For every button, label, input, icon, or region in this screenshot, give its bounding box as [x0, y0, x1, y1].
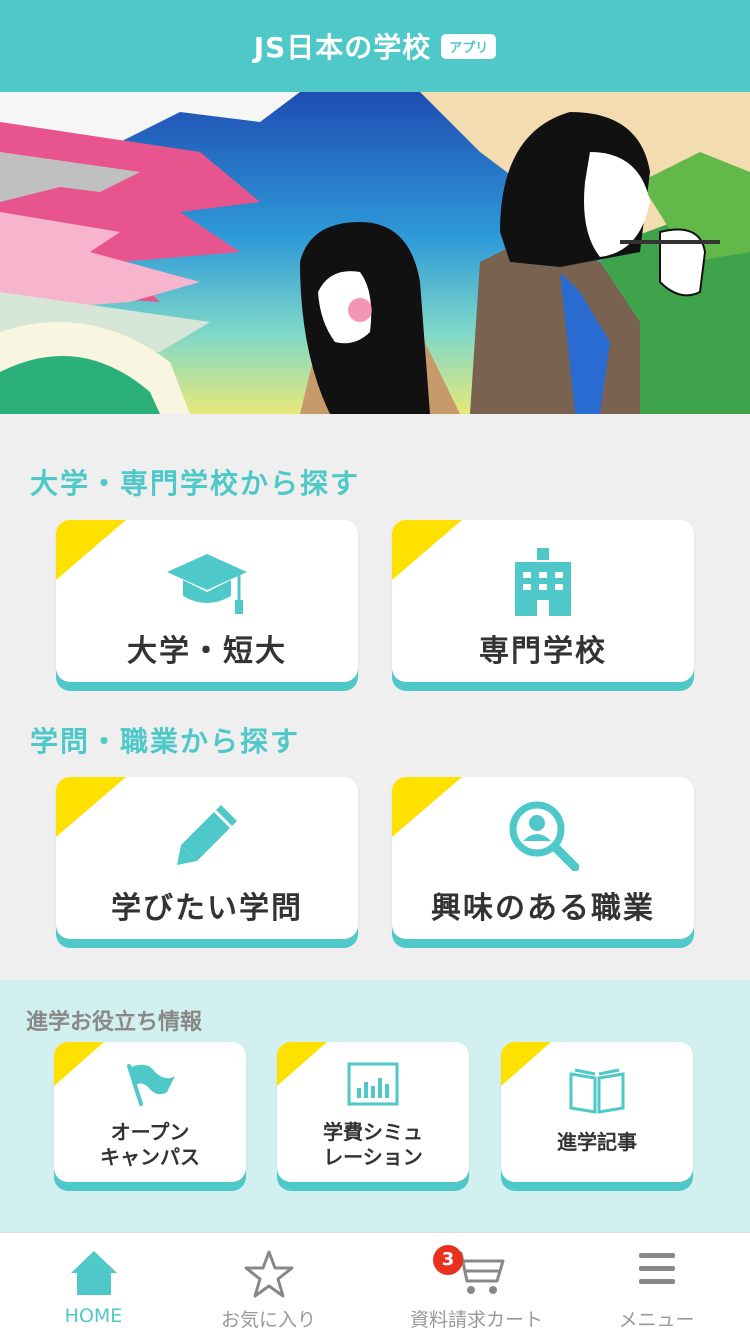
university-card[interactable]: 大学・短大: [56, 520, 358, 682]
section-title-field-search: 学問・職業から探す: [30, 725, 301, 758]
tab-menu-label: メニュー: [618, 1309, 695, 1331]
career-card[interactable]: 興味のある職業: [392, 777, 694, 939]
cost-simulation-card[interactable]: 学費シミュ レーション: [277, 1042, 469, 1182]
tab-cart-label: 資料請求カート: [409, 1309, 543, 1331]
career-label: 興味のある職業: [431, 891, 655, 926]
tab-favorites-label: お気に入り: [220, 1309, 316, 1331]
tab-home[interactable]: HOME: [0, 1233, 187, 1334]
tab-menu[interactable]: メニュー: [563, 1233, 750, 1334]
section-title-school-search: 大学・専門学校から探す: [30, 467, 361, 500]
corner-accent: [392, 777, 462, 837]
person-search-icon: [507, 799, 580, 875]
open-campus-card[interactable]: オープン キャンパス: [54, 1042, 246, 1182]
section-title-info: 進学お役立ち情報: [26, 1010, 203, 1035]
corner-accent: [56, 520, 126, 580]
university-label: 大学・短大: [127, 634, 287, 669]
cart-count-badge: 3: [433, 1245, 463, 1275]
cost-simulation-label-line1: 学費シミュ: [323, 1120, 423, 1144]
bottom-tab-bar: HOME お気に入り 資料請求カート メニュー: [0, 1232, 750, 1334]
flag-icon: [123, 1062, 177, 1110]
app-title: JS日本の学校: [253, 31, 432, 64]
app-header: JS日本の学校 アプリ: [0, 0, 750, 92]
graduation-cap-icon: [165, 552, 249, 620]
open-book-icon: [567, 1066, 627, 1118]
vocational-school-card[interactable]: 専門学校: [392, 520, 694, 682]
open-campus-label-line1: オープン: [110, 1120, 190, 1144]
cost-simulation-label-line2: レーション: [323, 1145, 423, 1169]
study-field-card[interactable]: 学びたい学問: [56, 777, 358, 939]
hamburger-menu-icon: [637, 1249, 677, 1293]
articles-label: 進学記事: [557, 1130, 637, 1154]
cost-simulation-label: 学費シミュ レーション: [277, 1120, 469, 1170]
home-icon: [69, 1249, 119, 1301]
corner-accent: [56, 777, 126, 837]
tab-favorites[interactable]: お気に入り: [175, 1233, 362, 1334]
bar-chart-icon: [347, 1062, 399, 1110]
corner-accent: [392, 520, 462, 580]
open-campus-label: オープン キャンパス: [54, 1120, 246, 1170]
vocational-school-label: 専門学校: [479, 634, 607, 669]
app-badge: アプリ: [441, 33, 497, 59]
corner-accent: [501, 1042, 551, 1086]
tab-cart[interactable]: 資料請求カート: [383, 1233, 570, 1334]
tab-home-label: HOME: [64, 1305, 123, 1327]
corner-accent: [54, 1042, 104, 1086]
school-building-icon: [513, 548, 573, 620]
articles-card[interactable]: 進学記事: [501, 1042, 693, 1182]
study-field-label: 学びたい学問: [111, 891, 303, 926]
star-icon: [243, 1249, 295, 1303]
pencil-icon: [175, 803, 239, 871]
hero-illustration: [0, 92, 750, 414]
corner-accent: [277, 1042, 327, 1086]
open-campus-label-line2: キャンパス: [100, 1145, 200, 1169]
